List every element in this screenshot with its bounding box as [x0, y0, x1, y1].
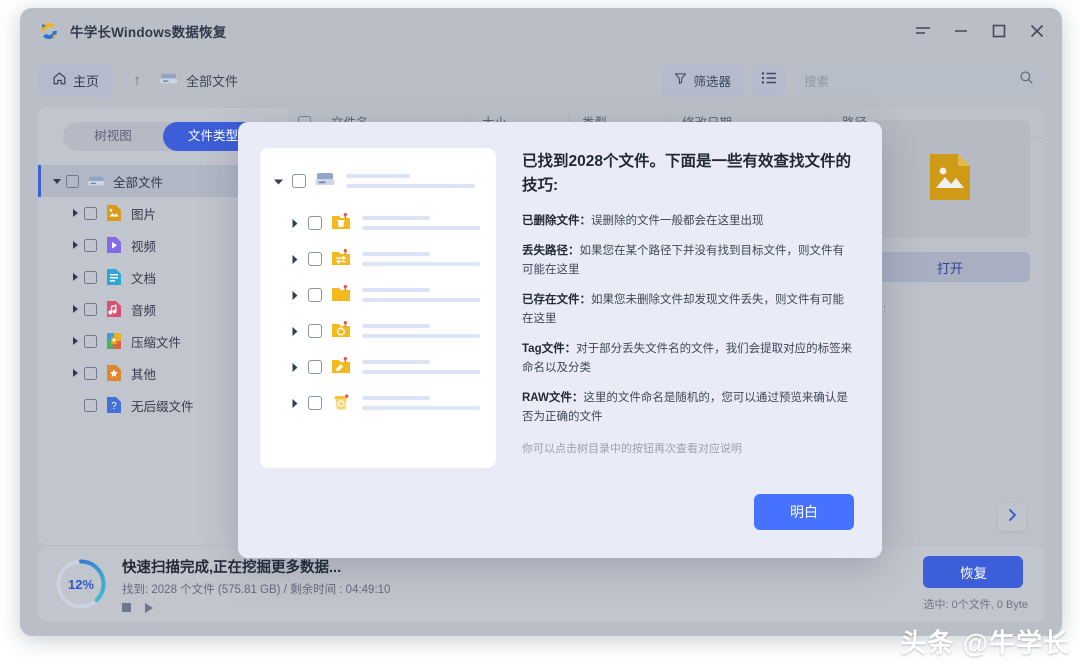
tip-term: RAW文件 [522, 392, 572, 404]
checkbox [308, 360, 322, 374]
caret-down-icon [274, 177, 288, 186]
skeleton-line [362, 334, 480, 338]
tip-item: 已删除文件：误删除的文件一般都会在这里出现 [522, 212, 854, 231]
got-it-button[interactable]: 明白 [754, 494, 854, 530]
skeleton-lines [362, 360, 480, 374]
tip-sep: ： [580, 215, 592, 227]
tip-item: Tag文件：对于部分丢失文件名的文件，我们会提取对应的标签来命名以及分类 [522, 340, 854, 378]
skeleton-line [362, 288, 430, 292]
skeleton-row [274, 212, 480, 234]
skeleton-line [362, 360, 430, 364]
caret-right-icon [290, 291, 304, 300]
folder-tag-icon [330, 356, 352, 378]
skeleton-lines [362, 252, 480, 266]
checkbox [308, 252, 322, 266]
checkbox [308, 288, 322, 302]
tip-term: 已删除文件 [522, 215, 580, 227]
caret-right-icon [290, 219, 304, 228]
skeleton-line [362, 226, 480, 230]
tip-term: 已存在文件 [522, 294, 580, 306]
tip-term: 丢失路径 [522, 245, 568, 257]
dialog-note: 你可以点击树目录中的按钮再次查看对应说明 [522, 441, 854, 459]
checkbox [308, 396, 322, 410]
tab-tree-view[interactable]: 树视图 [63, 122, 163, 151]
skeleton-lines [346, 174, 480, 188]
skeleton-line [362, 298, 480, 302]
skeleton-line [362, 324, 430, 328]
tip-item: 已存在文件：如果您未删除文件却发现文件丢失，则文件有可能在这里 [522, 291, 854, 329]
skeleton-line [362, 262, 480, 266]
tip-sep: ： [565, 343, 577, 355]
skeleton-row [274, 392, 480, 414]
checkbox [308, 216, 322, 230]
skeleton-lines [362, 288, 480, 302]
caret-right-icon [290, 363, 304, 372]
caret-right-icon [290, 327, 304, 336]
skeleton-row [274, 356, 480, 378]
checkbox [292, 174, 306, 188]
watermark: 头条 @牛学长 [900, 623, 1070, 660]
folder-raw-icon [330, 320, 352, 342]
skeleton-lines [362, 324, 480, 338]
tip-sep: ： [568, 245, 580, 257]
skeleton-row [274, 248, 480, 270]
sidebar-tabs: 树视图 文件类型 [63, 122, 263, 151]
caret-right-icon [290, 255, 304, 264]
skeleton-row [274, 284, 480, 306]
tip-desc: 误删除的文件一般都会在这里出现 [591, 215, 764, 227]
folder-path-icon [330, 248, 352, 270]
drive-icon [314, 170, 336, 192]
tip-item: RAW文件：这里的文件命名是随机的，您可以通过预览来确认是否为正确的文件 [522, 389, 854, 427]
skeleton-line [362, 396, 430, 400]
tip-sep: ： [572, 392, 584, 404]
dialog-body: 已找到2028个文件。下面是一些有效查找文件的技巧: 已删除文件：误删除的文件一… [500, 122, 882, 558]
tip-item: 丢失路径：如果您在某个路径下并没有找到目标文件，则文件有可能在这里 [522, 242, 854, 280]
skeleton-line [362, 406, 480, 410]
skeleton-line [362, 216, 430, 220]
skeleton-lines [362, 216, 480, 230]
tips-dialog: 已找到2028个文件。下面是一些有效查找文件的技巧: 已删除文件：误删除的文件一… [238, 122, 882, 558]
tip-sep: ： [580, 294, 592, 306]
skeleton-root-row [274, 170, 480, 192]
dialog-illustration [238, 122, 500, 558]
tab-file-type[interactable]: 文件类型 [163, 122, 263, 151]
caret-right-icon [290, 399, 304, 408]
skeleton-line [346, 174, 410, 178]
skeleton-line [362, 370, 480, 374]
dialog-title: 已找到2028个文件。下面是一些有效查找文件的技巧: [522, 150, 854, 198]
skeleton-line [362, 252, 430, 256]
folder-trash-icon [330, 212, 352, 234]
skeleton-lines [362, 396, 480, 410]
skeleton-row [274, 320, 480, 342]
skeleton-line [346, 184, 475, 188]
skeleton-tree-card [260, 148, 496, 468]
screen: 牛学长Windows数据恢复 [0, 0, 1080, 666]
checkbox [308, 324, 322, 338]
trashcan-icon [330, 392, 352, 414]
folder-plain-icon [330, 284, 352, 306]
tip-term: Tag文件 [522, 343, 565, 355]
app-window: 牛学长Windows数据恢复 [20, 8, 1062, 636]
